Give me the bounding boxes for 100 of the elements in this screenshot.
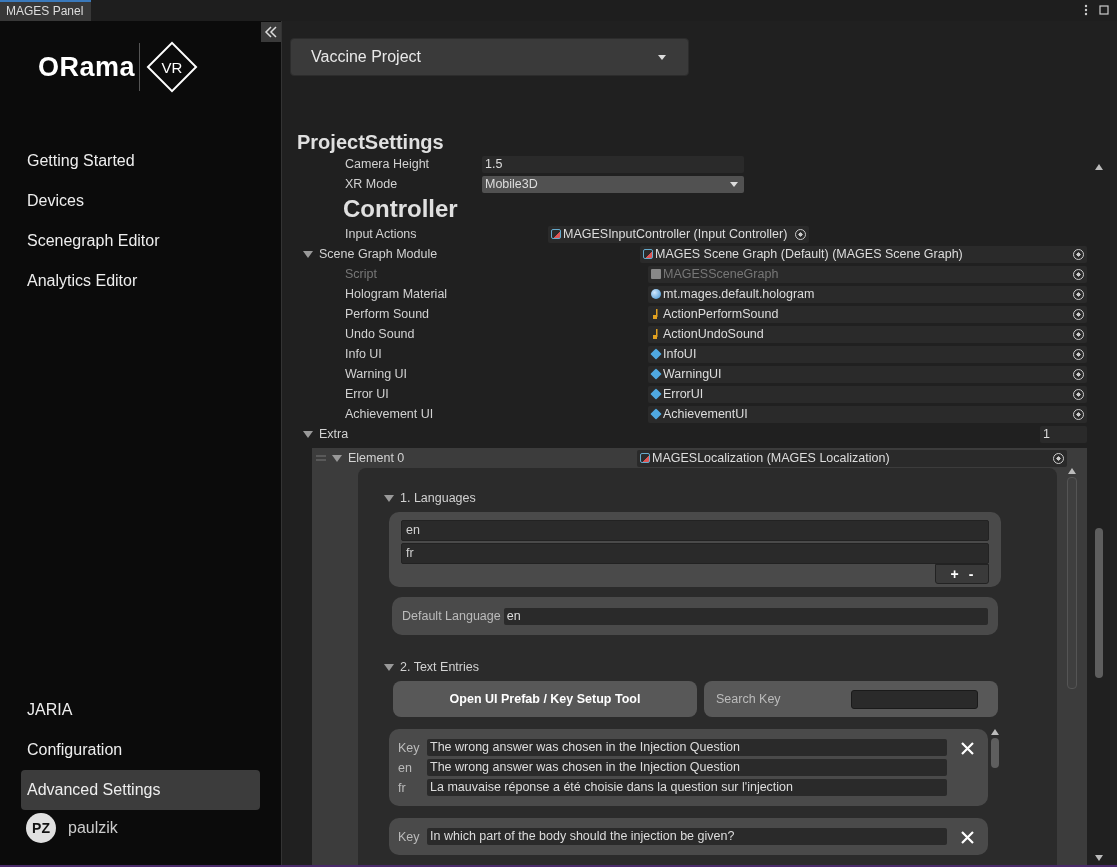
field-label: Search Key xyxy=(716,692,781,706)
field-label: Warning UI xyxy=(345,367,409,381)
logo-diamond-badge: VR xyxy=(146,41,198,93)
scroll-up-icon[interactable] xyxy=(991,729,999,735)
sidebar-item[interactable]: Advanced Settings xyxy=(21,770,260,810)
object-field[interactable]: ActionPerformSound xyxy=(648,305,1087,323)
object-value: MAGESSceneGraph xyxy=(663,265,780,283)
open-tool-button[interactable]: Open UI Prefab / Key Setup Tool xyxy=(393,681,697,717)
object-picker-icon[interactable] xyxy=(1053,452,1064,464)
component-icon xyxy=(640,453,650,463)
foldout-arrow-icon[interactable] xyxy=(303,250,313,258)
script-icon xyxy=(651,269,661,279)
object-value: WarningUI xyxy=(663,365,723,383)
scrollbar-thumb[interactable] xyxy=(1067,477,1077,689)
object-picker-icon[interactable] xyxy=(1073,408,1084,420)
input-field[interactable]: In which part of the body should the injection be given? xyxy=(427,828,947,845)
object-field[interactable]: InfoUI xyxy=(648,345,1087,363)
caret-icon xyxy=(730,181,738,187)
field-label: Input Actions xyxy=(345,227,418,241)
field-label: Camera Height xyxy=(345,157,431,171)
language-field[interactable]: fr xyxy=(401,543,989,564)
entry-label: fr xyxy=(398,780,407,795)
foldout-arrow-icon[interactable] xyxy=(332,454,342,462)
drag-handle-icon[interactable] xyxy=(316,455,326,461)
object-field[interactable]: ActionUndoSound xyxy=(648,325,1087,343)
cube-icon xyxy=(650,348,662,360)
scrollbar-thumb[interactable] xyxy=(991,738,999,768)
language-field[interactable]: en xyxy=(401,520,989,541)
scrollbar-thumb[interactable] xyxy=(1095,528,1103,678)
object-value: mt.mages.default.hologram xyxy=(663,285,816,303)
scroll-up-icon[interactable] xyxy=(1068,468,1076,474)
entry-label: en xyxy=(398,760,413,775)
object-picker-icon[interactable] xyxy=(1073,328,1084,340)
foldout-label[interactable]: Extra xyxy=(319,427,1040,441)
scroll-up-icon[interactable] xyxy=(1095,164,1103,170)
object-value: MAGESLocalization (MAGES Localization) xyxy=(652,449,891,467)
object-field[interactable]: MAGES Scene Graph (Default) (MAGES Scene Graph) xyxy=(640,245,1087,263)
entry-label: Key xyxy=(398,829,421,844)
field-label: Undo Sound xyxy=(345,327,416,341)
object-picker-icon[interactable] xyxy=(1073,288,1084,300)
user-name: paulzik xyxy=(68,819,118,837)
field-label: Default Language xyxy=(402,609,501,623)
object-picker-icon[interactable] xyxy=(1073,348,1084,360)
field-label: Perform Sound xyxy=(345,307,431,321)
foldout-label[interactable]: 1. Languages xyxy=(400,491,476,505)
cube-icon xyxy=(650,388,662,400)
field-label: Info UI xyxy=(345,347,383,361)
object-picker-icon[interactable] xyxy=(795,228,807,240)
object-field[interactable]: WarningUI xyxy=(648,365,1087,383)
object-picker-icon[interactable] xyxy=(1073,308,1084,320)
input-field[interactable]: 1.5 xyxy=(482,155,744,173)
object-value: InfoUI xyxy=(663,345,698,363)
object-value: AchievementUI xyxy=(663,405,749,423)
section-header: Controller xyxy=(342,194,459,224)
input-field[interactable]: en xyxy=(503,607,988,625)
add-button[interactable]: + xyxy=(950,566,959,582)
foldout-label[interactable]: Scene Graph Module xyxy=(319,247,640,261)
object-field[interactable]: MAGESLocalization (MAGES Localization) xyxy=(637,449,1067,467)
close-icon[interactable] xyxy=(961,742,974,755)
object-value: ActionPerformSound xyxy=(663,305,780,323)
sidebar-item[interactable]: Devices xyxy=(21,181,260,221)
foldout-arrow-icon[interactable] xyxy=(384,494,394,502)
object-field[interactable]: AchievementUI xyxy=(648,405,1087,423)
caret-icon xyxy=(658,54,666,60)
dropdown-field[interactable]: Mobile3D xyxy=(482,175,744,193)
input-field[interactable]: The wrong answer was chosen in the Injection Question xyxy=(427,739,947,756)
more-options-icon[interactable] xyxy=(1083,4,1089,16)
project-dropdown[interactable]: Vaccine Project xyxy=(290,38,689,76)
field-label: Achievement UI xyxy=(345,407,435,421)
remove-button[interactable]: - xyxy=(968,566,974,582)
object-picker-icon[interactable] xyxy=(1073,368,1084,380)
input-field[interactable]: The wrong answer was chosen in the Injection Question xyxy=(427,759,947,776)
input-field[interactable]: La mauvaise réponse a été choisie dans la question sur l'injection xyxy=(427,779,947,796)
field-label: Script xyxy=(345,267,378,281)
object-picker-icon[interactable] xyxy=(1073,388,1084,400)
sphere-icon xyxy=(651,289,661,299)
object-picker-icon[interactable] xyxy=(1073,248,1084,260)
sidebar-item[interactable]: JARIA xyxy=(21,690,260,730)
count-field[interactable]: 1 xyxy=(1040,425,1087,443)
scroll-down-icon[interactable] xyxy=(1095,855,1103,861)
logo-wordmark: ORama xyxy=(38,51,136,83)
maximize-icon[interactable] xyxy=(1099,5,1109,15)
sidebar-item[interactable]: Getting Started xyxy=(21,141,260,181)
field-label: Hologram Material xyxy=(345,287,449,301)
sidebar-item[interactable]: Analytics Editor xyxy=(21,261,260,301)
sidebar-item[interactable]: Scenegraph Editor xyxy=(21,221,260,261)
close-icon[interactable] xyxy=(961,831,974,844)
sidebar-item[interactable]: Configuration xyxy=(21,730,260,770)
collapse-sidebar-button[interactable] xyxy=(261,22,281,42)
window-tab[interactable]: MAGES Panel xyxy=(0,0,92,21)
dropdown-value: Mobile3D xyxy=(485,175,538,193)
field-label: XR Mode xyxy=(345,177,399,191)
foldout-label[interactable]: 2. Text Entries xyxy=(400,660,479,674)
foldout-arrow-icon[interactable] xyxy=(384,663,394,671)
foldout-arrow-icon[interactable] xyxy=(303,430,313,438)
search-field[interactable] xyxy=(851,689,978,709)
object-field[interactable]: mt.mages.default.hologram xyxy=(648,285,1087,303)
foldout-label[interactable]: Element 0 xyxy=(348,451,637,465)
object-field[interactable]: ErrorUI xyxy=(648,385,1087,403)
field-label: Error UI xyxy=(345,387,390,401)
